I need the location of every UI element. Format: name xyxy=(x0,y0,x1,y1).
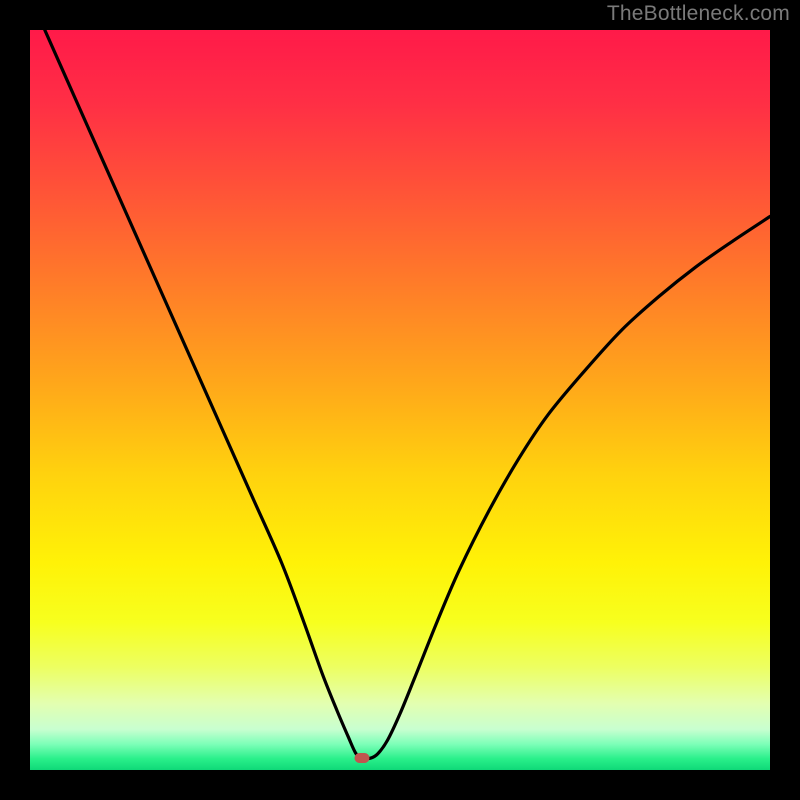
plot-area xyxy=(30,30,770,770)
optimal-point-marker xyxy=(355,753,370,763)
watermark-text: TheBottleneck.com xyxy=(607,2,790,26)
chart-frame: TheBottleneck.com xyxy=(0,0,800,800)
bottleneck-curve xyxy=(30,30,770,770)
